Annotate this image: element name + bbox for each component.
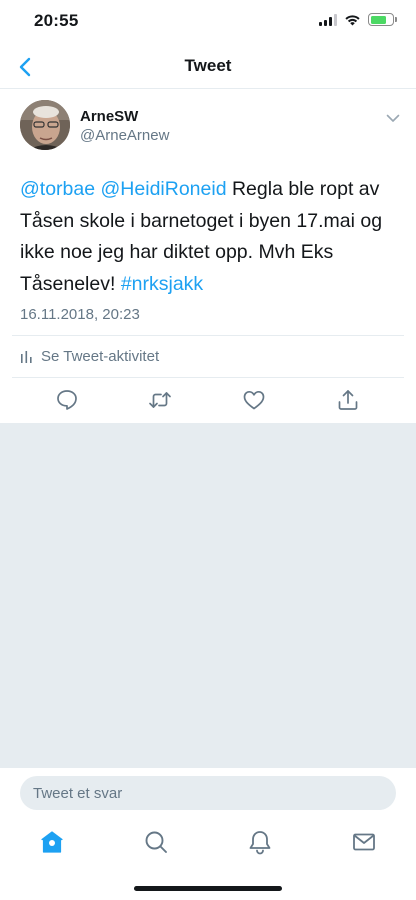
wifi-icon bbox=[345, 14, 360, 25]
like-icon bbox=[243, 390, 265, 410]
divider bbox=[12, 377, 404, 378]
replies-area bbox=[0, 423, 416, 767]
page-title: Tweet bbox=[184, 56, 232, 75]
author-name[interactable]: ArneSW bbox=[80, 108, 138, 125]
like-button[interactable] bbox=[242, 388, 266, 412]
battery-level bbox=[370, 15, 387, 24]
tweet-detail: ArneSW @ArneArnew @torbae @HeidiRoneid R… bbox=[0, 90, 416, 423]
reply-button[interactable] bbox=[55, 388, 79, 412]
tab-notifications[interactable] bbox=[247, 829, 273, 855]
reply-icon bbox=[57, 390, 77, 410]
battery-icon bbox=[368, 13, 397, 26]
retweet-icon bbox=[149, 392, 171, 408]
status-time: 20:55 bbox=[34, 11, 79, 30]
cellular-signal-icon bbox=[319, 13, 337, 26]
home-icon bbox=[41, 831, 63, 853]
status-bar: 20:55 bbox=[0, 0, 416, 44]
nav-bar: Tweet bbox=[0, 44, 416, 89]
retweet-button[interactable] bbox=[148, 388, 172, 412]
tweet-actions bbox=[0, 388, 416, 412]
tweet-timestamp: 16.11.2018, 20:23 bbox=[20, 306, 140, 323]
tab-home[interactable] bbox=[39, 829, 65, 855]
home-indicator bbox=[134, 886, 282, 891]
tweet-activity-label: Se Tweet-aktivitet bbox=[41, 347, 160, 365]
notifications-icon bbox=[249, 831, 271, 855]
tab-search[interactable] bbox=[143, 829, 169, 855]
more-options-button[interactable] bbox=[386, 110, 400, 128]
share-icon bbox=[338, 390, 358, 410]
mention-link[interactable]: @HeidiRoneid bbox=[101, 178, 227, 200]
hashtag-link[interactable]: #nrksjakk bbox=[121, 273, 203, 295]
tweet-activity-link[interactable]: Se Tweet-aktivitet bbox=[20, 346, 159, 366]
tab-messages[interactable] bbox=[351, 829, 377, 855]
tweet-text: @torbae @HeidiRoneid Regla ble ropt av T… bbox=[20, 174, 400, 300]
avatar-image bbox=[20, 100, 70, 150]
author-handle[interactable]: @ArneArnew bbox=[80, 127, 169, 144]
mention-link[interactable]: @torbae bbox=[20, 178, 95, 200]
avatar[interactable] bbox=[20, 100, 70, 150]
bar-chart-icon bbox=[21, 350, 32, 363]
divider bbox=[12, 335, 404, 336]
share-button[interactable] bbox=[336, 388, 360, 412]
reply-bar: Tweet et svar bbox=[0, 767, 416, 815]
reply-input[interactable]: Tweet et svar bbox=[20, 776, 396, 810]
status-icons bbox=[319, 13, 397, 26]
chevron-down-icon bbox=[386, 114, 400, 122]
search-icon bbox=[145, 831, 167, 853]
messages-icon bbox=[353, 833, 375, 851]
